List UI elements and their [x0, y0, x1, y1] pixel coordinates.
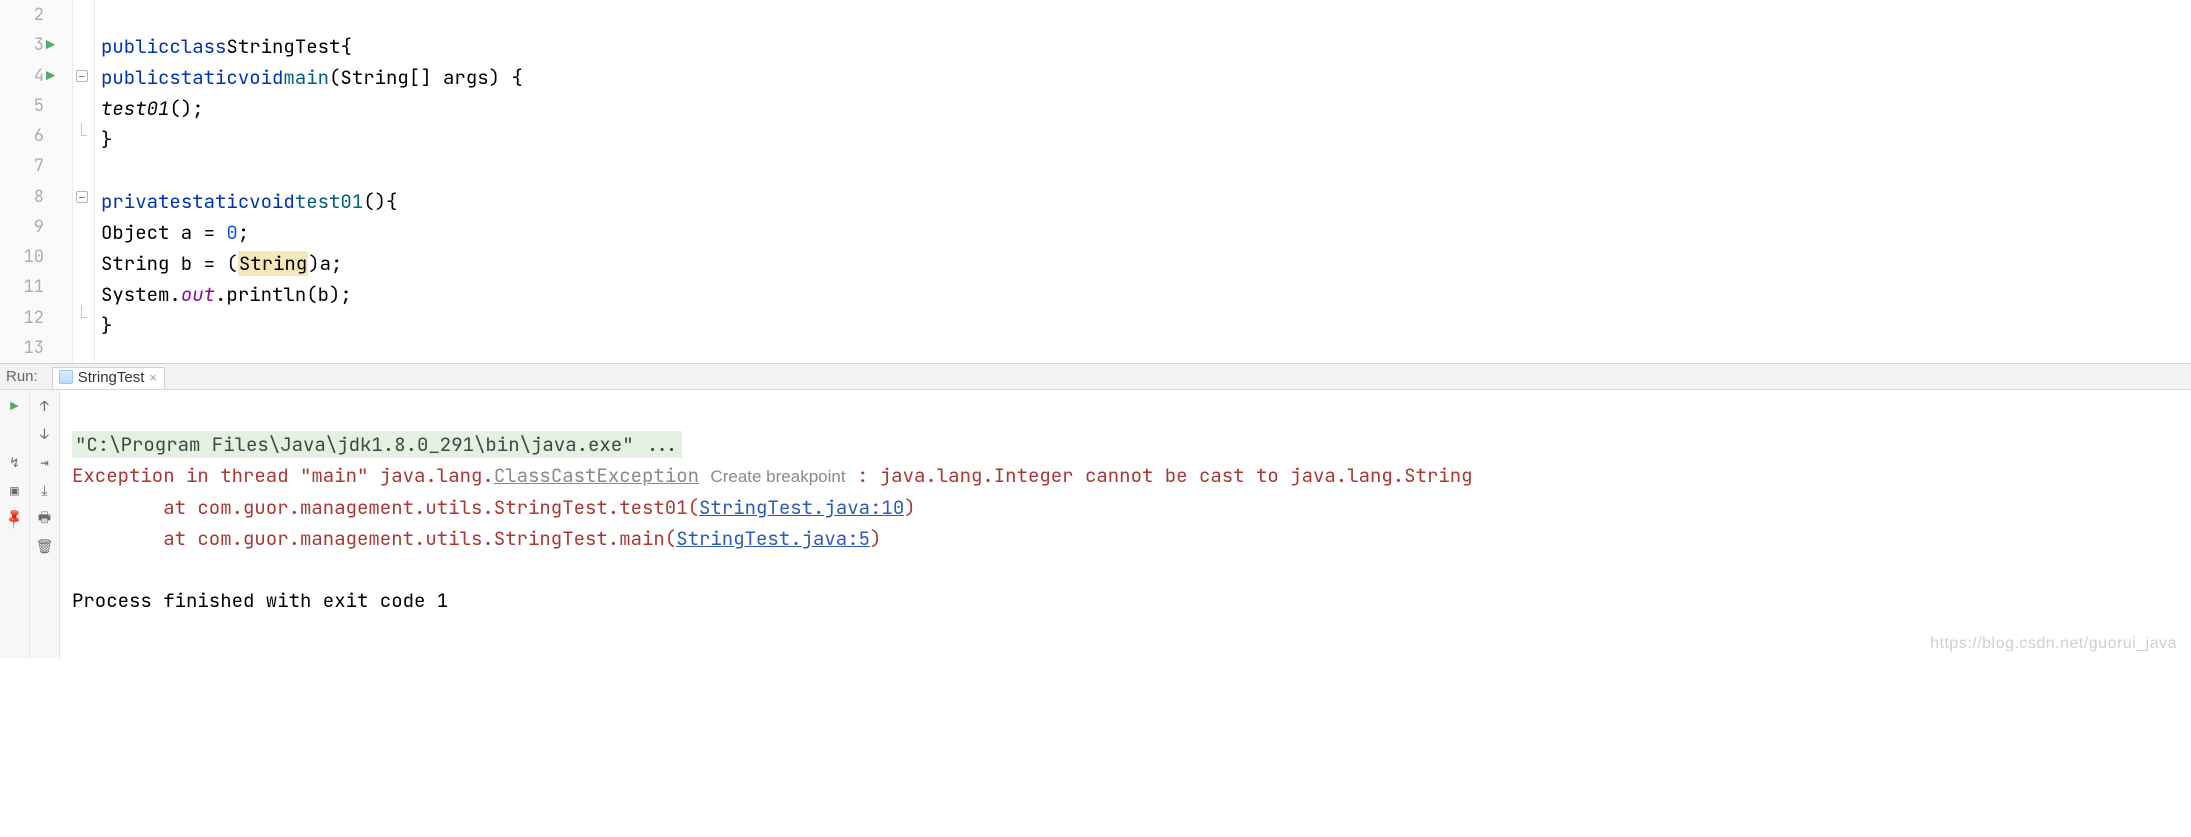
- scroll-up-icon[interactable]: ↑: [36, 398, 54, 416]
- code-text: Object a =: [101, 220, 226, 245]
- code-area[interactable]: public class StringTest { public static …: [95, 0, 2191, 363]
- watermark-text: https://blog.csdn.net/guorui_java: [1930, 635, 2177, 653]
- rerun-icon[interactable]: ▶: [6, 398, 24, 416]
- console-output[interactable]: "C:\Program Files\Java\jdk1.8.0_291\bin\…: [60, 390, 2191, 659]
- run-gutter-icon[interactable]: ▶: [46, 35, 55, 55]
- line-number: 12: [24, 307, 44, 329]
- close-icon[interactable]: ×: [149, 370, 157, 385]
- code-text: ;: [238, 220, 249, 245]
- keyword: void: [238, 65, 284, 90]
- run-left-toolbar: ▶ ↯ ▣ 📌: [0, 390, 30, 659]
- brace: }: [101, 127, 112, 152]
- pin-icon[interactable]: 📌: [6, 510, 24, 528]
- line-number: 6: [34, 125, 44, 147]
- source-link[interactable]: StringTest.java:10: [699, 495, 904, 520]
- console-toolbar: ↑ ↓ ⇥ ⤓ 🖶 🗑: [30, 390, 60, 659]
- warning-highlight: String: [238, 251, 308, 276]
- soft-wrap-icon[interactable]: ⇥: [36, 454, 54, 472]
- fold-end-icon: [76, 312, 88, 324]
- method-call: test01: [101, 96, 169, 121]
- run-config-icon: [59, 370, 73, 384]
- keyword: void: [249, 189, 295, 214]
- line-number: 2: [34, 4, 44, 26]
- run-config-tab[interactable]: StringTest ×: [52, 367, 165, 389]
- code-text: String b = (: [101, 251, 238, 276]
- clear-all-icon[interactable]: 🗑: [36, 538, 54, 556]
- console-command: "C:\Program Files\Java\jdk1.8.0_291\bin\…: [72, 431, 682, 458]
- stack-frame: ): [904, 495, 915, 520]
- stop-icon[interactable]: [6, 426, 24, 444]
- line-number: 11: [24, 276, 44, 298]
- class-name: StringTest: [226, 34, 340, 59]
- layout-icon[interactable]: ▣: [6, 482, 24, 500]
- method-name: main: [283, 65, 329, 90]
- exception-line: Exception in thread "main" java.lang.Cla…: [72, 463, 699, 488]
- code-text: ();: [169, 96, 203, 121]
- code-text: (String[] args) {: [329, 65, 523, 90]
- print-icon[interactable]: 🖶: [36, 510, 54, 528]
- brace: }: [101, 313, 112, 338]
- line-number: 4: [34, 65, 44, 87]
- line-number: 3: [34, 34, 44, 56]
- editor-gutter: 2 3▶ 4▶ 5 6 7 8 9 10 11 12 13: [0, 0, 73, 363]
- code-text: )a;: [308, 251, 342, 276]
- method-name: test01: [295, 189, 363, 214]
- fold-end-icon: [76, 130, 88, 142]
- exception-text: Exception in thread "main" java.lang.: [72, 463, 494, 488]
- keyword: public: [101, 34, 169, 59]
- run-label: Run:: [6, 368, 38, 385]
- run-config-name: StringTest: [78, 369, 145, 386]
- fold-collapse-icon[interactable]: [76, 191, 88, 203]
- stack-frame: at com.guor.management.utils.StringTest.…: [72, 495, 699, 520]
- exception-class-link[interactable]: ClassCastException: [494, 463, 699, 488]
- line-number: 5: [34, 95, 44, 117]
- fold-collapse-icon[interactable]: [76, 70, 88, 82]
- keyword: static: [169, 65, 237, 90]
- run-gutter-icon[interactable]: ▶: [46, 66, 55, 86]
- line-number: 7: [34, 155, 44, 177]
- scroll-down-icon[interactable]: ↓: [36, 426, 54, 444]
- stack-frame: at com.guor.management.utils.StringTest.…: [72, 526, 676, 551]
- code-text: (){: [363, 189, 397, 214]
- stack-frame: ): [870, 526, 881, 551]
- keyword: class: [169, 34, 226, 59]
- dump-threads-icon[interactable]: ↯: [6, 454, 24, 472]
- source-link[interactable]: StringTest.java:5: [676, 526, 870, 551]
- static-field: out: [181, 282, 215, 307]
- line-number: 10: [24, 246, 44, 268]
- keyword: public: [101, 65, 169, 90]
- keyword: static: [181, 189, 249, 214]
- number-literal: 0: [226, 220, 237, 245]
- code-editor[interactable]: 2 3▶ 4▶ 5 6 7 8 9 10 11 12 13 public cla…: [0, 0, 2191, 363]
- code-text: .println(b);: [215, 282, 352, 307]
- code-text: System.: [101, 282, 181, 307]
- exception-message: : java.lang.Integer cannot be cast to ja…: [846, 463, 1473, 488]
- fold-gutter: [73, 0, 95, 363]
- keyword: private: [101, 189, 181, 214]
- exit-code-line: Process finished with exit code 1: [72, 588, 448, 613]
- create-breakpoint-link[interactable]: Create breakpoint: [710, 467, 845, 486]
- line-number: 8: [34, 186, 44, 208]
- line-number: 13: [24, 337, 44, 359]
- brace: {: [340, 34, 351, 59]
- scroll-to-end-icon[interactable]: ⤓: [36, 482, 54, 500]
- run-toolwindow: ▶ ↯ ▣ 📌 ↑ ↓ ⇥ ⤓ 🖶 🗑 "C:\Program Files\Ja…: [0, 390, 2191, 659]
- line-number: 9: [34, 216, 44, 238]
